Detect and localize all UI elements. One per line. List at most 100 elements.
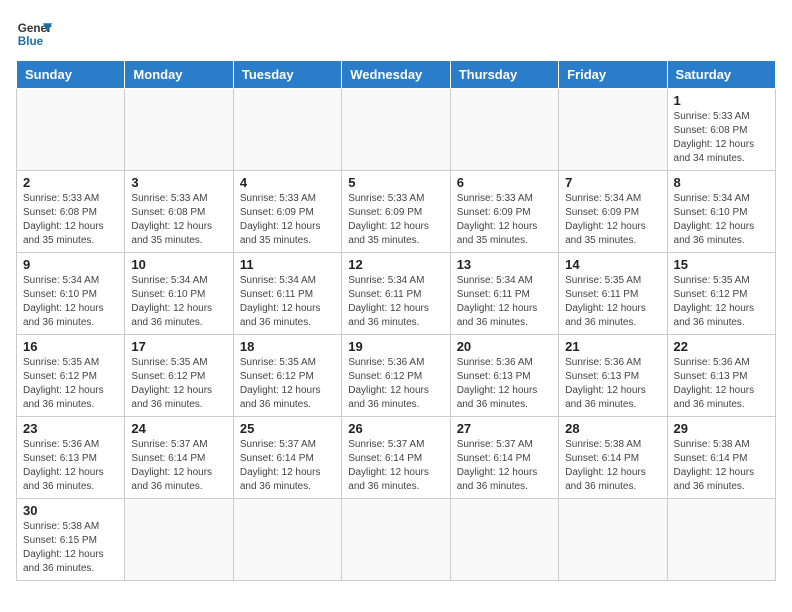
header: General Blue: [16, 16, 776, 52]
day-number: 30: [23, 503, 118, 518]
calendar-header-thursday: Thursday: [450, 61, 558, 89]
day-number: 16: [23, 339, 118, 354]
day-number: 2: [23, 175, 118, 190]
calendar-cell: 17 Sunrise: 5:35 AM Sunset: 6:12 PM Dayli…: [125, 335, 233, 417]
day-info: Sunrise: 5:35 AM Sunset: 6:12 PM Dayligh…: [240, 356, 335, 412]
day-number: 14: [565, 257, 660, 272]
calendar-cell: 1 Sunrise: 5:33 AM Sunset: 6:08 PM Daylig…: [667, 89, 775, 171]
day-info: Sunrise: 5:34 AM Sunset: 6:10 PM Dayligh…: [674, 192, 769, 248]
day-number: 3: [131, 175, 226, 190]
calendar-header-tuesday: Tuesday: [233, 61, 341, 89]
day-info: Sunrise: 5:34 AM Sunset: 6:11 PM Dayligh…: [348, 274, 443, 330]
calendar-cell: [450, 499, 558, 581]
day-info: Sunrise: 5:34 AM Sunset: 6:10 PM Dayligh…: [23, 274, 118, 330]
day-info: Sunrise: 5:36 AM Sunset: 6:12 PM Dayligh…: [348, 356, 443, 412]
day-number: 6: [457, 175, 552, 190]
day-number: 15: [674, 257, 769, 272]
day-number: 23: [23, 421, 118, 436]
calendar-cell: 14 Sunrise: 5:35 AM Sunset: 6:11 PM Dayli…: [559, 253, 667, 335]
calendar-header-monday: Monday: [125, 61, 233, 89]
day-info: Sunrise: 5:35 AM Sunset: 6:11 PM Dayligh…: [565, 274, 660, 330]
day-number: 20: [457, 339, 552, 354]
day-info: Sunrise: 5:36 AM Sunset: 6:13 PM Dayligh…: [457, 356, 552, 412]
day-number: 8: [674, 175, 769, 190]
calendar-cell: 28 Sunrise: 5:38 AM Sunset: 6:14 PM Dayli…: [559, 417, 667, 499]
day-number: 13: [457, 257, 552, 272]
day-info: Sunrise: 5:33 AM Sunset: 6:09 PM Dayligh…: [348, 192, 443, 248]
day-number: 29: [674, 421, 769, 436]
calendar-table: SundayMondayTuesdayWednesdayThursdayFrid…: [16, 60, 776, 581]
day-info: Sunrise: 5:38 AM Sunset: 6:14 PM Dayligh…: [565, 438, 660, 494]
day-number: 18: [240, 339, 335, 354]
calendar-cell: 21 Sunrise: 5:36 AM Sunset: 6:13 PM Dayli…: [559, 335, 667, 417]
day-number: 9: [23, 257, 118, 272]
calendar-cell: 23Sunrise: 5:36 AM Sunset: 6:13 PM Dayli…: [17, 417, 125, 499]
day-number: 5: [348, 175, 443, 190]
day-info: Sunrise: 5:37 AM Sunset: 6:14 PM Dayligh…: [131, 438, 226, 494]
day-info: Sunrise: 5:33 AM Sunset: 6:09 PM Dayligh…: [457, 192, 552, 248]
calendar-cell: [233, 89, 341, 171]
logo: General Blue: [16, 16, 52, 52]
day-number: 7: [565, 175, 660, 190]
calendar-cell: 9 Sunrise: 5:34 AM Sunset: 6:10 PM Daylig…: [17, 253, 125, 335]
day-info: Sunrise: 5:38 AM Sunset: 6:14 PM Dayligh…: [674, 438, 769, 494]
day-info: Sunrise: 5:34 AM Sunset: 6:11 PM Dayligh…: [457, 274, 552, 330]
day-info: Sunrise: 5:38 AM Sunset: 6:15 PM Dayligh…: [23, 520, 118, 576]
calendar-cell: [233, 499, 341, 581]
calendar-cell: [125, 89, 233, 171]
calendar-cell: 19 Sunrise: 5:36 AM Sunset: 6:12 PM Dayli…: [342, 335, 450, 417]
day-info: Sunrise: 5:37 AM Sunset: 6:14 PM Dayligh…: [457, 438, 552, 494]
calendar-header-saturday: Saturday: [667, 61, 775, 89]
calendar-cell: 26Sunrise: 5:37 AM Sunset: 6:14 PM Dayli…: [342, 417, 450, 499]
day-info: Sunrise: 5:34 AM Sunset: 6:11 PM Dayligh…: [240, 274, 335, 330]
calendar-cell: [342, 89, 450, 171]
calendar-cell: 4Sunrise: 5:33 AM Sunset: 6:09 PM Daylig…: [233, 171, 341, 253]
calendar-cell: [125, 499, 233, 581]
day-number: 10: [131, 257, 226, 272]
calendar-week-row: 1 Sunrise: 5:33 AM Sunset: 6:08 PM Daylig…: [17, 89, 776, 171]
day-info: Sunrise: 5:33 AM Sunset: 6:08 PM Dayligh…: [674, 110, 769, 166]
calendar-cell: 24 Sunrise: 5:37 AM Sunset: 6:14 PM Dayli…: [125, 417, 233, 499]
calendar-cell: [450, 89, 558, 171]
day-number: 25: [240, 421, 335, 436]
calendar-cell: 6 Sunrise: 5:33 AM Sunset: 6:09 PM Daylig…: [450, 171, 558, 253]
calendar-cell: 20 Sunrise: 5:36 AM Sunset: 6:13 PM Dayli…: [450, 335, 558, 417]
day-number: 11: [240, 257, 335, 272]
calendar-cell: 11 Sunrise: 5:34 AM Sunset: 6:11 PM Dayli…: [233, 253, 341, 335]
calendar-cell: 10 Sunrise: 5:34 AM Sunset: 6:10 PM Dayli…: [125, 253, 233, 335]
day-info: Sunrise: 5:37 AM Sunset: 6:14 PM Dayligh…: [348, 438, 443, 494]
calendar-cell: 29 Sunrise: 5:38 AM Sunset: 6:14 PM Dayli…: [667, 417, 775, 499]
calendar-cell: [559, 89, 667, 171]
day-info: Sunrise: 5:35 AM Sunset: 6:12 PM Dayligh…: [131, 356, 226, 412]
day-number: 21: [565, 339, 660, 354]
day-number: 28: [565, 421, 660, 436]
day-number: 22: [674, 339, 769, 354]
calendar-cell: [342, 499, 450, 581]
calendar-cell: 25Sunrise: 5:37 AM Sunset: 6:14 PM Dayli…: [233, 417, 341, 499]
calendar-cell: 12Sunrise: 5:34 AM Sunset: 6:11 PM Dayli…: [342, 253, 450, 335]
calendar-week-row: 23Sunrise: 5:36 AM Sunset: 6:13 PM Dayli…: [17, 417, 776, 499]
calendar-cell: [559, 499, 667, 581]
calendar-week-row: 30 Sunrise: 5:38 AM Sunset: 6:15 PM Dayli…: [17, 499, 776, 581]
day-number: 1: [674, 93, 769, 108]
calendar-cell: [667, 499, 775, 581]
calendar-cell: 22 Sunrise: 5:36 AM Sunset: 6:13 PM Dayli…: [667, 335, 775, 417]
day-number: 17: [131, 339, 226, 354]
calendar-week-row: 9 Sunrise: 5:34 AM Sunset: 6:10 PM Daylig…: [17, 253, 776, 335]
calendar-cell: 7Sunrise: 5:34 AM Sunset: 6:09 PM Daylig…: [559, 171, 667, 253]
svg-text:Blue: Blue: [18, 35, 44, 48]
calendar-cell: 15Sunrise: 5:35 AM Sunset: 6:12 PM Dayli…: [667, 253, 775, 335]
calendar-header-friday: Friday: [559, 61, 667, 89]
day-info: Sunrise: 5:33 AM Sunset: 6:08 PM Dayligh…: [23, 192, 118, 248]
day-number: 19: [348, 339, 443, 354]
calendar-cell: 8 Sunrise: 5:34 AM Sunset: 6:10 PM Daylig…: [667, 171, 775, 253]
day-info: Sunrise: 5:36 AM Sunset: 6:13 PM Dayligh…: [565, 356, 660, 412]
day-info: Sunrise: 5:36 AM Sunset: 6:13 PM Dayligh…: [674, 356, 769, 412]
generalblue-logo-icon: General Blue: [16, 16, 52, 52]
day-info: Sunrise: 5:35 AM Sunset: 6:12 PM Dayligh…: [23, 356, 118, 412]
day-number: 4: [240, 175, 335, 190]
day-info: Sunrise: 5:34 AM Sunset: 6:10 PM Dayligh…: [131, 274, 226, 330]
calendar-week-row: 2 Sunrise: 5:33 AM Sunset: 6:08 PM Daylig…: [17, 171, 776, 253]
day-number: 27: [457, 421, 552, 436]
day-number: 24: [131, 421, 226, 436]
